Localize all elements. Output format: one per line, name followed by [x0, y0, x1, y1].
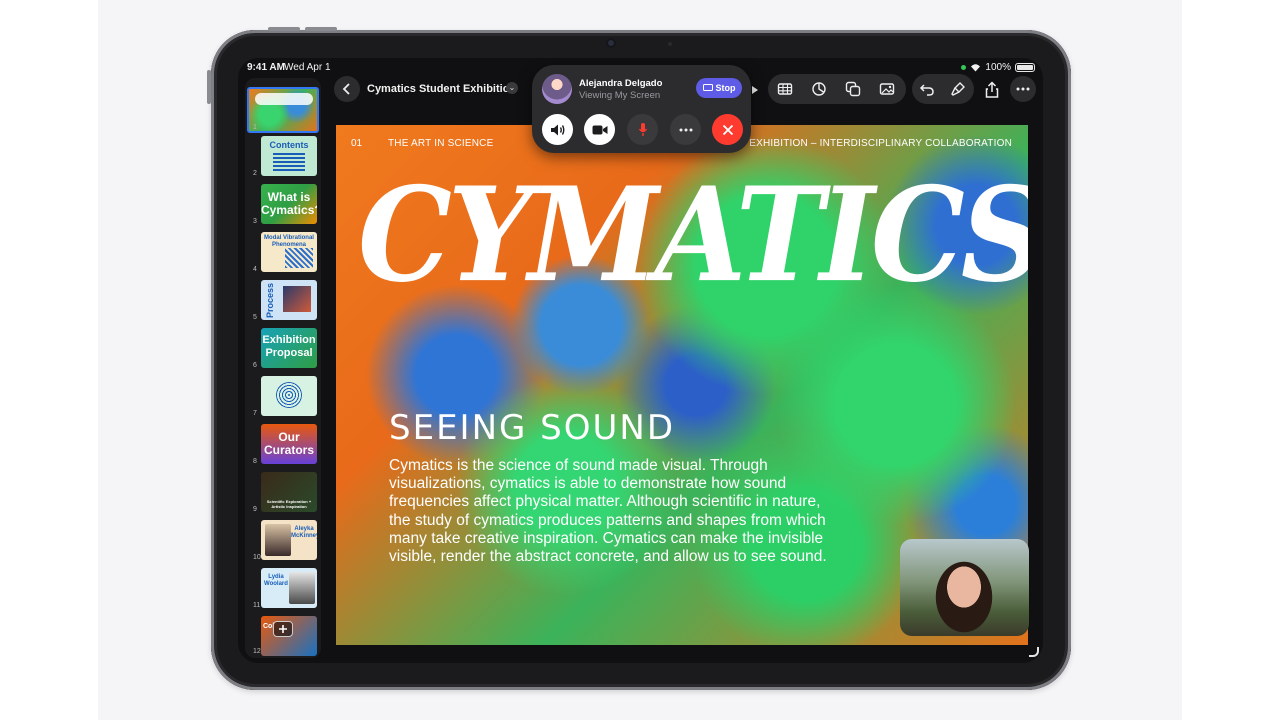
camera-sensor — [668, 42, 672, 46]
plus-icon — [279, 625, 287, 633]
video-camera-icon — [592, 125, 607, 134]
wifi-icon — [971, 64, 981, 72]
ellipsis-icon — [1016, 87, 1030, 91]
ellipsis-icon — [679, 128, 692, 131]
slide-number: 3 — [253, 218, 257, 225]
slide-page-number: 01 — [351, 138, 363, 149]
thumb-text-lines — [273, 153, 305, 155]
more-options-button[interactable] — [670, 114, 701, 145]
slide-body-text: Cymatics is the science of sound made vi… — [389, 457, 827, 566]
slide-number: 4 — [253, 266, 257, 273]
front-camera — [606, 38, 616, 48]
slide-number: 2 — [253, 170, 257, 177]
thumb-title: Modal Vibrational Phenomena — [264, 235, 314, 248]
thumb-title: Exhibition Proposal — [262, 334, 316, 359]
battery-icon — [1015, 63, 1035, 72]
undo-icon[interactable] — [919, 81, 935, 97]
status-date: Wed Apr 1 — [284, 62, 331, 73]
thumb-title: Aleyka McKinney — [291, 526, 317, 539]
camera-indicator-icon — [961, 65, 967, 70]
slide-thumbnail-1[interactable] — [247, 87, 319, 133]
slide-thumbnail-11[interactable]: Lydia Woolard — [261, 568, 317, 608]
thumb-pattern — [285, 248, 313, 268]
slide-thumbnail-3[interactable]: What is Cymatics? — [261, 184, 317, 224]
share-icon[interactable] — [984, 81, 1000, 99]
thumb-title: What is Cymatics? — [261, 190, 317, 217]
slide-thumbnail-5[interactable]: Process — [261, 280, 317, 320]
back-button[interactable] — [334, 76, 360, 102]
thumb-title: Our Curators — [263, 430, 314, 457]
thumb-title: Process — [265, 282, 276, 319]
slide-thumbnail-8[interactable]: Our Curators — [261, 424, 317, 464]
format-brush-icon[interactable] — [950, 81, 966, 97]
battery-percent: 100% — [985, 62, 1011, 73]
facetime-controls: Alejandra Delgado Viewing My Screen Stop — [532, 65, 751, 153]
top-button — [268, 27, 300, 31]
slide-thumbnail-4[interactable]: Modal Vibrational Phenomena — [261, 232, 317, 272]
caller-name: Alejandra Delgado — [579, 78, 663, 89]
thumb-photo — [265, 524, 291, 556]
facetime-self-view[interactable] — [900, 539, 1029, 636]
slide-thumbnail-2[interactable]: Contents — [261, 136, 317, 176]
speaker-icon — [550, 124, 564, 135]
more-button[interactable] — [1010, 76, 1036, 102]
volume-button — [305, 27, 337, 31]
chart-icon[interactable] — [811, 81, 827, 97]
thumb-pattern — [276, 382, 302, 408]
slide-number: 5 — [253, 314, 257, 321]
slide-kicker: THE ART IN SCIENCE — [388, 138, 494, 149]
thumb-title: Lydia Woolard — [264, 574, 288, 587]
end-call-button[interactable] — [712, 114, 743, 145]
shapes-icon[interactable] — [845, 81, 861, 97]
resize-corner-icon — [1029, 647, 1039, 657]
slide-number: 9 — [253, 506, 257, 513]
thumb-photo — [283, 286, 311, 312]
slide-number: 10 — [253, 554, 261, 561]
slide-thumbnail-9[interactable]: Scientific Exploration + Artistic Inspir… — [261, 472, 317, 512]
slide-number: 7 — [253, 410, 257, 417]
stop-label: Stop — [715, 83, 736, 93]
slide-number: 11 — [253, 602, 261, 609]
ipad-screen: 9:41 AM Wed Apr 1 100% 1 Contents 2 What… — [238, 58, 1043, 663]
edit-toolbar-group — [912, 74, 974, 104]
insert-toolbar-group — [768, 74, 906, 104]
slide-thumbnail-7[interactable] — [261, 376, 317, 416]
slide-title: CYMATICS — [358, 158, 1028, 311]
slide-subtitle: SEEING SOUND — [389, 408, 676, 448]
caller-avatar — [542, 74, 572, 104]
media-icon[interactable] — [879, 81, 895, 97]
thumb-title: Contents — [269, 140, 309, 150]
play-icon[interactable] — [751, 85, 759, 95]
call-status: Viewing My Screen — [579, 90, 661, 101]
table-icon[interactable] — [777, 81, 793, 97]
slide-number: 1 — [253, 124, 257, 131]
status-right: 100% — [961, 62, 1035, 73]
audio-button[interactable] — [542, 114, 573, 145]
slide-number: 6 — [253, 362, 257, 369]
document-title[interactable]: Cymatics Student Exhibition — [367, 83, 516, 95]
chevron-left-icon — [342, 83, 350, 95]
thumb-title: Scientific Exploration + Artistic Inspir… — [266, 499, 312, 509]
close-icon — [722, 124, 733, 135]
title-menu-chevron-icon[interactable]: ⌄ — [506, 82, 518, 94]
side-button — [207, 70, 211, 104]
add-slide-button[interactable] — [273, 621, 293, 637]
thumb-title-graphic — [255, 93, 313, 105]
microphone-icon — [638, 123, 647, 136]
status-time: 9:41 AM — [247, 62, 285, 73]
slide-number: 8 — [253, 458, 257, 465]
slide-kicker-right: ENT EXHIBITION – INTERDISCIPLINARY COLLA… — [725, 138, 1012, 149]
slide-thumbnail-6[interactable]: Exhibition Proposal — [261, 328, 317, 368]
screen-share-icon — [702, 84, 713, 91]
mute-button[interactable] — [627, 114, 658, 145]
camera-button[interactable] — [584, 114, 615, 145]
slide-thumbnail-10[interactable]: Aleyka McKinney — [261, 520, 317, 560]
thumb-photo — [289, 572, 315, 604]
stop-sharing-button[interactable]: Stop — [696, 78, 742, 98]
slide-number: 12 — [253, 648, 261, 655]
